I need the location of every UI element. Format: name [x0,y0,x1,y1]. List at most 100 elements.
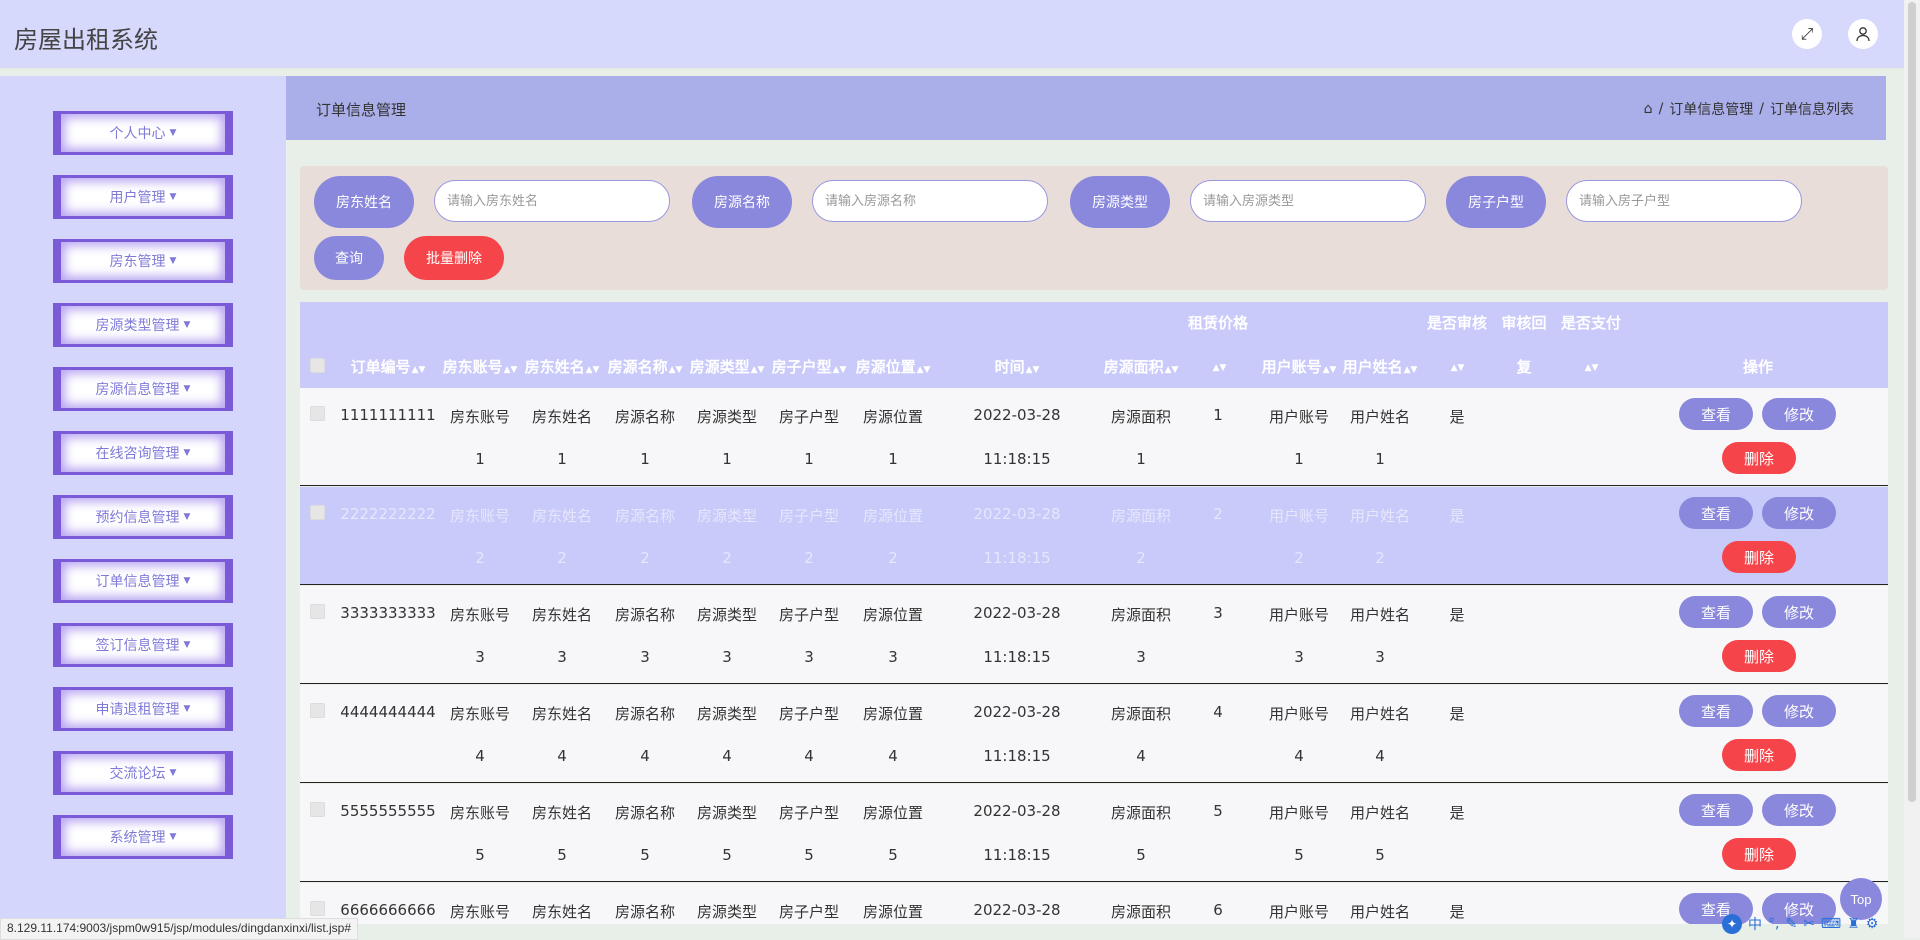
sidebar-item[interactable]: 交流论坛 ▼ [53,751,233,795]
select-all-checkbox[interactable] [310,358,325,373]
sidebar-item[interactable]: 系统管理 ▼ [53,815,233,859]
col-house-area[interactable]: 房源面积▲▼ [1104,356,1179,377]
col-user-name[interactable]: 用户姓名▲▼ [1343,356,1418,377]
view-button[interactable]: 查看 [1679,695,1753,727]
col-review-reply-2: 复 [1516,358,1532,376]
search-input-landlord-name[interactable] [434,180,670,222]
col-rent-price-sort[interactable]: ▲▼ [1212,356,1227,374]
col-house-name[interactable]: 房源名称▲▼ [608,356,683,377]
sidebar-item[interactable]: 签订信息管理 ▼ [53,623,233,667]
col-is-reviewed-sort[interactable]: ▲▼ [1450,356,1465,374]
cell-landlord-name-2: 1 [557,450,567,468]
sidebar-item[interactable]: 个人中心 ▼ [53,111,233,155]
row-checkbox[interactable] [310,604,325,619]
ime-lang[interactable]: 中 [1748,914,1762,934]
row-checkbox[interactable] [310,802,325,817]
breadcrumb-item-module[interactable]: 订单信息管理 [1669,99,1753,119]
delete-button[interactable]: 删除 [1722,739,1796,771]
page-scrollbar[interactable] [1904,0,1920,938]
sidebar-item[interactable]: 订单信息管理 ▼ [53,559,233,603]
ime-scissors-icon[interactable]: ✂ [1803,916,1815,932]
cell-user-name-2: 2 [1375,549,1385,567]
sidebar-item[interactable]: 房东管理 ▼ [53,239,233,283]
row-checkbox[interactable] [310,703,325,718]
col-house-location[interactable]: 房源位置▲▼ [856,356,931,377]
sidebar-item-label: 申请退租管理 [95,702,180,718]
cell-date: 2022-03-28 [973,703,1061,721]
col-landlord-account[interactable]: 房东账号▲▼ [443,356,518,377]
sidebar-item[interactable]: 用户管理 ▼ [53,175,233,219]
edit-button[interactable]: 修改 [1762,695,1836,727]
col-house-layout[interactable]: 房子户型▲▼ [772,356,847,377]
sidebar-item-inner: 房东管理 ▼ [61,242,225,280]
table-row[interactable]: 3333333333 房东账号 房东姓名 房源名称 房源类型 房子户型 房源位置 2022-0… [300,586,1888,684]
ime-skin-icon[interactable]: ♜ [1847,916,1860,932]
edit-button[interactable]: 修改 [1762,398,1836,430]
edit-button[interactable]: 修改 [1762,794,1836,826]
table-row[interactable]: 2222222222 房东账号 房东姓名 房源名称 房源类型 房子户型 房源位置 2022-0… [300,487,1888,585]
search-input-house-layout[interactable] [1566,180,1802,222]
cell-rent-price: 4 [1213,703,1223,721]
ime-logo-icon[interactable]: ✦ [1722,914,1742,934]
home-icon[interactable]: ⌂ [1644,101,1653,117]
breadcrumb-separator: / [1759,101,1764,117]
col-time[interactable]: 时间▲▼ [995,356,1040,377]
col-house-type[interactable]: 房源类型▲▼ [690,356,765,377]
query-button[interactable]: 查询 [314,236,384,280]
cell-house-type-2: 1 [722,450,732,468]
sidebar-item-inner: 在线咨询管理 ▼ [61,434,225,472]
delete-button[interactable]: 删除 [1722,541,1796,573]
cell-house-layout-2: 5 [804,846,814,864]
table-row[interactable]: 4444444444 房东账号 房东姓名 房源名称 房源类型 房子户型 房源位置 2022-0… [300,685,1888,783]
batch-delete-button[interactable]: 批量删除 [404,236,504,280]
ime-pen-icon[interactable]: ✎ [1785,916,1797,932]
cell-time: 11:18:15 [983,450,1051,468]
ime-punct-icon[interactable]: °, [1768,916,1779,932]
view-button[interactable]: 查看 [1679,596,1753,628]
row-checkbox[interactable] [310,901,325,916]
view-button[interactable]: 查看 [1679,497,1753,529]
sidebar-item[interactable]: 预约信息管理 ▼ [53,495,233,539]
edit-button[interactable]: 修改 [1762,596,1836,628]
ime-settings-icon[interactable]: ⚙ [1866,916,1879,932]
col-is-reviewed: 是否审核 [1426,314,1488,332]
cell-house-name: 房源名称 [614,507,676,525]
delete-button[interactable]: 删除 [1722,640,1796,672]
caret-down-icon: ▼ [169,256,177,266]
col-user-account[interactable]: 用户账号▲▼ [1262,356,1337,377]
cell-date: 2022-03-28 [973,901,1061,919]
delete-button[interactable]: 删除 [1722,838,1796,870]
caret-down-icon: ▼ [169,768,177,778]
cell-order-no: 3333333333 [340,604,436,622]
expand-icon[interactable]: ⤢ [1792,19,1822,49]
edit-button[interactable]: 修改 [1762,497,1836,529]
cell-landlord-account: 房东账号 [449,606,511,624]
table-row[interactable]: 1111111111 房东账号 房东姓名 房源名称 房源类型 房子户型 房源位置 2022-0… [300,388,1888,486]
col-is-paid-sort[interactable]: ▲▼ [1584,356,1599,374]
user-icon[interactable] [1848,19,1878,49]
sidebar-item[interactable]: 在线咨询管理 ▼ [53,431,233,475]
sidebar-item[interactable]: 房源信息管理 ▼ [53,367,233,411]
sidebar-item[interactable]: 房源类型管理 ▼ [53,303,233,347]
cell-landlord-account: 房东账号 [449,804,511,822]
cell-date: 2022-03-28 [973,406,1061,424]
view-button[interactable]: 查看 [1679,794,1753,826]
table-row[interactable]: 6666666666 房东账号 房东姓名 房源名称 房源类型 房子户型 房源位置 2022-0… [300,883,1888,924]
cell-house-name: 房源名称 [614,705,676,723]
row-checkbox[interactable] [310,505,325,520]
delete-button[interactable]: 删除 [1722,442,1796,474]
table-row[interactable]: 5555555555 房东账号 房东姓名 房源名称 房源类型 房子户型 房源位置 2022-0… [300,784,1888,882]
scrollbar-thumb[interactable] [1908,2,1916,802]
col-landlord-name[interactable]: 房东姓名▲▼ [525,356,600,377]
search-input-house-type[interactable] [1190,180,1426,222]
cell-date: 2022-03-28 [973,505,1061,523]
ime-keyboard-icon[interactable]: ⌨ [1821,916,1841,932]
col-order-no[interactable]: 订单编号▲▼ [351,356,426,377]
sidebar-item[interactable]: 申请退租管理 ▼ [53,687,233,731]
cell-house-type: 房源类型 [696,705,758,723]
view-button[interactable]: 查看 [1679,398,1753,430]
cell-house-layout-2: 3 [804,648,814,666]
row-checkbox[interactable] [310,406,325,421]
search-input-house-name[interactable] [812,180,1048,222]
sidebar-item-label: 在线咨询管理 [95,446,180,462]
